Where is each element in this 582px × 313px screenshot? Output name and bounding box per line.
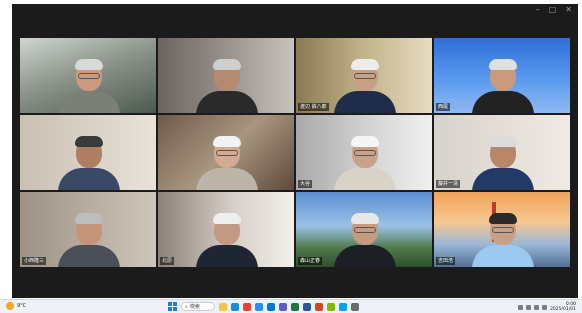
mail-icon[interactable] (267, 302, 275, 311)
wifi-icon[interactable] (526, 304, 532, 310)
minimize-icon[interactable]: – (536, 6, 540, 14)
participant-tile[interactable]: 森山正春 (296, 192, 432, 267)
windows-start-icon[interactable] (168, 302, 177, 311)
participant-tile[interactable] (158, 38, 294, 113)
word-icon[interactable] (303, 302, 311, 311)
participant-tile[interactable]: 小西隆三 (20, 192, 156, 267)
sun-icon (6, 302, 14, 310)
participant-video (334, 53, 396, 113)
participant-tile[interactable]: 吉田浩 (434, 192, 570, 267)
participant-tile[interactable] (158, 115, 294, 190)
clock-date: 2025/01/01 (550, 307, 576, 312)
participant-name: 藤井一清 (436, 180, 461, 188)
weather-temp: 9°C (17, 303, 27, 309)
participant-video (472, 53, 534, 113)
participant-name: 西尾 (436, 103, 451, 111)
chrome-icon[interactable] (243, 302, 251, 311)
participant-tile[interactable]: 藤井一清 (434, 115, 570, 190)
window-controls: – □ ✕ (536, 6, 572, 14)
powerpoint-icon[interactable] (315, 302, 323, 311)
windows-taskbar: 9°C ⌕ 検索 0:00 2025/01/01 (0, 299, 582, 313)
participant-video (334, 130, 396, 190)
store-icon[interactable] (327, 302, 335, 311)
taskbar-search[interactable]: ⌕ 検索 (181, 302, 215, 311)
participant-name: 吉田浩 (436, 257, 456, 265)
clock[interactable]: 0:00 2025/01/01 (550, 302, 576, 312)
participant-video (472, 130, 534, 190)
search-placeholder: 検索 (189, 304, 200, 310)
taskbar-apps: ⌕ 検索 (168, 302, 359, 311)
participant-name: 北原 (160, 257, 175, 265)
excel-icon[interactable] (291, 302, 299, 311)
participant-name: 渡辺 鉄八郎 (298, 103, 329, 111)
edge-icon[interactable] (231, 302, 239, 311)
participant-name: 森山正春 (298, 257, 323, 265)
participant-tile[interactable]: 渡辺 鉄八郎 (296, 38, 432, 113)
system-tray: 0:00 2025/01/01 (518, 302, 576, 312)
participant-video (472, 207, 534, 267)
speaker-icon[interactable] (534, 304, 540, 310)
participant-video (196, 207, 258, 267)
battery-icon[interactable] (542, 304, 548, 310)
participant-video (196, 53, 258, 113)
gallery-view: 渡辺 鉄八郎 西尾 大谷 藤井一清 小西隆三 北原 森山正春 吉田浩 (20, 38, 570, 267)
settings-icon[interactable] (351, 302, 359, 311)
participant-tile[interactable]: 北原 (158, 192, 294, 267)
search-icon: ⌕ (185, 303, 188, 310)
participant-name: 大谷 (298, 180, 313, 188)
close-icon[interactable]: ✕ (565, 6, 572, 14)
zoom-icon[interactable] (255, 302, 263, 311)
participant-tile[interactable] (20, 38, 156, 113)
participant-tile[interactable] (20, 115, 156, 190)
zoom-meeting-window: – □ ✕ 渡辺 鉄八郎 西尾 大谷 藤井一清 小西隆三 北原 森山正春 吉田浩 (12, 4, 578, 298)
teams-icon[interactable] (279, 302, 287, 311)
weather-widget[interactable]: 9°C (6, 302, 26, 310)
participant-video (196, 130, 258, 190)
maximize-icon[interactable]: □ (549, 6, 557, 14)
chevron-up-icon[interactable] (518, 304, 524, 310)
file-explorer-icon[interactable] (219, 302, 227, 311)
participant-video (58, 130, 120, 190)
photos-icon[interactable] (339, 302, 347, 311)
participant-video (58, 53, 120, 113)
participant-tile[interactable]: 西尾 (434, 38, 570, 113)
participant-name: 小西隆三 (22, 257, 47, 265)
participant-video (334, 207, 396, 267)
participant-tile[interactable]: 大谷 (296, 115, 432, 190)
participant-video (58, 207, 120, 267)
desktop: – □ ✕ 渡辺 鉄八郎 西尾 大谷 藤井一清 小西隆三 北原 森山正春 吉田浩… (0, 0, 582, 313)
